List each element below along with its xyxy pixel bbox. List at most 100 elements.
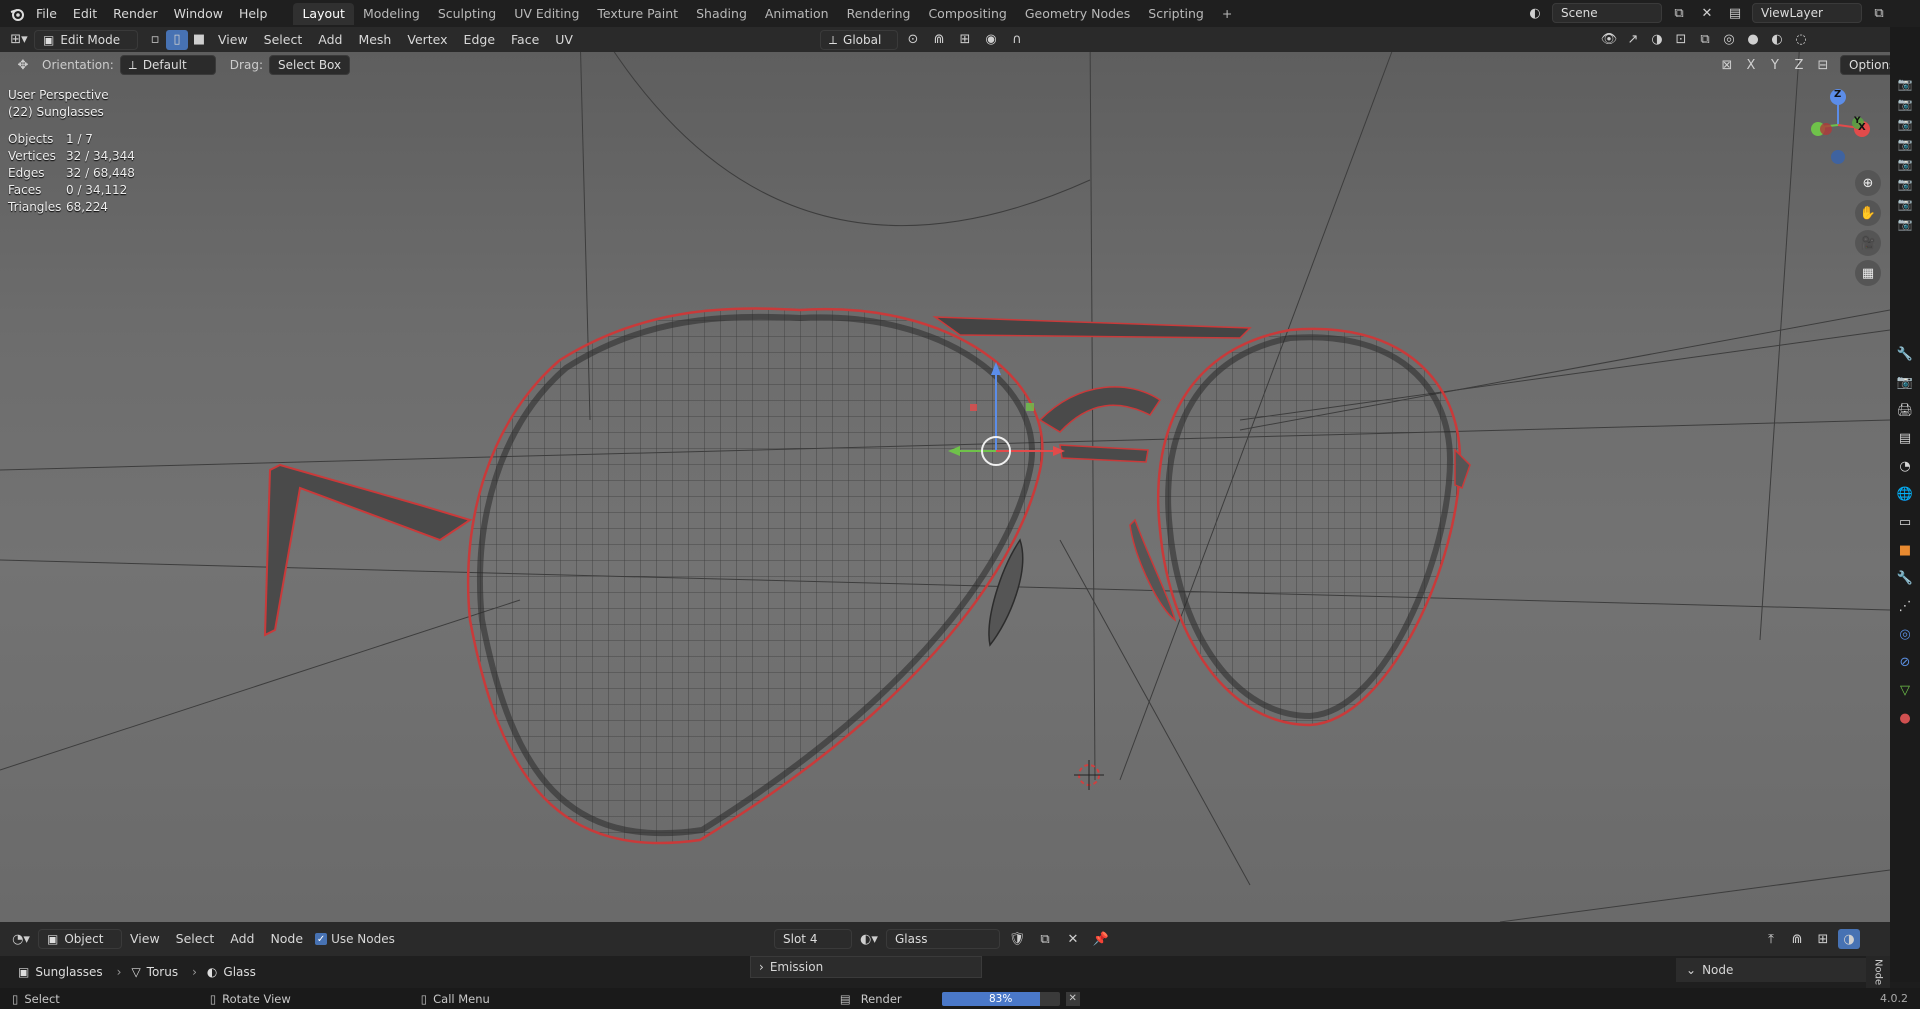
view-layer-selector[interactable]: ViewLayer: [1752, 3, 1862, 23]
pin-icon[interactable]: 📌: [1090, 929, 1112, 949]
render-tab-icon[interactable]: 📷: [1892, 368, 1918, 396]
header-menu-vertex[interactable]: Vertex: [399, 29, 455, 51]
scene-selector[interactable]: Scene: [1552, 3, 1662, 23]
camera-icon[interactable]: 📷: [1898, 157, 1913, 171]
header-menu-face[interactable]: Face: [503, 29, 547, 51]
camera-icon[interactable]: 📷: [1898, 197, 1913, 211]
tool-tab-icon[interactable]: 🔧: [1892, 340, 1918, 368]
breadcrumb-mesh[interactable]: ▽ Torus: [131, 965, 178, 979]
breadcrumb-material[interactable]: ◐ Glass: [207, 965, 256, 979]
view-layer-icon[interactable]: ▤: [1724, 3, 1746, 23]
gizmo-toggle-icon[interactable]: ↗: [1622, 30, 1644, 50]
move-tool-icon[interactable]: ✥: [12, 55, 34, 75]
tab-compositing[interactable]: Compositing: [919, 3, 1015, 25]
mirror-icon[interactable]: ⊠: [1716, 55, 1738, 75]
close-scene-icon[interactable]: ✕: [1696, 3, 1718, 23]
tab-texture-paint[interactable]: Texture Paint: [588, 3, 687, 25]
pivot-icon[interactable]: ⊙: [902, 30, 924, 50]
modifier-tab-icon[interactable]: 🔧: [1892, 564, 1918, 592]
node-menu-node[interactable]: Node: [262, 928, 311, 950]
snap-target-icon[interactable]: ⊞: [954, 30, 976, 50]
menu-render[interactable]: Render: [105, 3, 166, 25]
camera-icon[interactable]: 📷: [1898, 177, 1913, 191]
collection-tab-icon[interactable]: ▭: [1892, 508, 1918, 536]
header-menu-view[interactable]: View: [210, 29, 256, 51]
tab-shading[interactable]: Shading: [687, 3, 756, 25]
camera-icon[interactable]: 📷: [1898, 77, 1913, 91]
shader-type-selector[interactable]: ▣ Object: [38, 929, 122, 949]
falloff-icon[interactable]: ∩: [1006, 30, 1028, 50]
face-select-icon[interactable]: ■: [188, 30, 210, 50]
overlays-icon[interactable]: ◑: [1646, 30, 1668, 50]
navigation-gizmo[interactable]: Z X Y: [1800, 85, 1880, 165]
xray-icon[interactable]: ⧉: [1694, 30, 1716, 50]
mesh-edit-overlay-icon[interactable]: ⊡: [1670, 30, 1692, 50]
perspective-grid-icon[interactable]: ▦: [1855, 260, 1881, 286]
pan-hand-icon[interactable]: ✋: [1855, 200, 1881, 226]
visibility-icon[interactable]: 👁: [1598, 30, 1620, 50]
tab-sculpting[interactable]: Sculpting: [429, 3, 505, 25]
duplicate-material-icon[interactable]: ⧉: [1034, 929, 1056, 949]
fake-user-icon[interactable]: 🛡: [1006, 929, 1028, 949]
parent-node-icon[interactable]: ⤒: [1760, 929, 1782, 949]
menu-window[interactable]: Window: [166, 3, 231, 25]
new-view-layer-icon[interactable]: ⧉: [1868, 3, 1890, 23]
snap-mode-icon[interactable]: ⊞: [1812, 929, 1834, 949]
menu-file[interactable]: File: [28, 3, 65, 25]
mode-selector[interactable]: ▣ Edit Mode: [34, 29, 138, 50]
particles-tab-icon[interactable]: ⋰: [1892, 592, 1918, 620]
scene-icon[interactable]: ◐: [1524, 3, 1546, 23]
tab-geometry-nodes[interactable]: Geometry Nodes: [1016, 3, 1139, 25]
world-tab-icon[interactable]: 🌐: [1892, 480, 1918, 508]
editor-type-icon[interactable]: ⊞▾: [8, 30, 30, 50]
vertex-select-icon[interactable]: ▫: [144, 30, 166, 50]
camera-view-icon[interactable]: 🎥: [1855, 230, 1881, 256]
new-scene-icon[interactable]: ⧉: [1668, 3, 1690, 23]
output-tab-icon[interactable]: 🖨: [1892, 396, 1918, 424]
material-slot-selector[interactable]: Slot 4: [774, 929, 852, 949]
material-shading-icon[interactable]: ◐: [1766, 30, 1788, 50]
proportional-edit-icon[interactable]: ◉: [980, 30, 1002, 50]
uv-sync-icon[interactable]: ⊟: [1812, 55, 1834, 75]
cancel-render-button[interactable]: ✕: [1065, 991, 1080, 1006]
physics-tab-icon[interactable]: ◎: [1892, 620, 1918, 648]
use-nodes-toggle[interactable]: ✓ Use Nodes: [315, 932, 395, 946]
mirror-x-toggle[interactable]: X: [1740, 55, 1762, 75]
rendered-shading-icon[interactable]: ◌: [1790, 30, 1812, 50]
edge-select-icon[interactable]: ▯: [166, 29, 188, 50]
header-menu-edge[interactable]: Edge: [456, 29, 503, 51]
node-editor-type-icon[interactable]: ◔▾: [10, 929, 32, 949]
tab-modeling[interactable]: Modeling: [354, 3, 429, 25]
node-menu-select[interactable]: Select: [168, 928, 223, 950]
tab-animation[interactable]: Animation: [756, 3, 838, 25]
sidebar-tab-node[interactable]: Node: [1866, 956, 1890, 988]
node-panel-header[interactable]: ⌄ Node: [1676, 958, 1866, 982]
emission-panel[interactable]: › Emission: [750, 956, 982, 978]
material-name-field[interactable]: Glass: [886, 929, 1000, 949]
camera-icon[interactable]: 📷: [1898, 217, 1913, 231]
menu-edit[interactable]: Edit: [65, 3, 105, 25]
snap-icon[interactable]: ⋒: [928, 30, 950, 50]
snap-node-icon[interactable]: ⋒: [1786, 929, 1808, 949]
data-tab-icon[interactable]: ▽: [1892, 676, 1918, 704]
tab-layout[interactable]: Layout: [293, 2, 354, 25]
node-menu-view[interactable]: View: [122, 928, 168, 950]
constraints-tab-icon[interactable]: ⊘: [1892, 648, 1918, 676]
header-menu-uv[interactable]: UV: [547, 29, 581, 51]
tab-rendering[interactable]: Rendering: [838, 3, 920, 25]
overlay-toggle-icon[interactable]: ◑: [1838, 929, 1860, 949]
scene-tab-icon[interactable]: ◔: [1892, 452, 1918, 480]
material-browse-icon[interactable]: ◐▾: [858, 929, 880, 949]
tab-uv-editing[interactable]: UV Editing: [505, 3, 588, 25]
header-menu-add[interactable]: Add: [310, 29, 350, 51]
zoom-icon[interactable]: ⊕: [1855, 170, 1881, 196]
tab-scripting[interactable]: Scripting: [1139, 3, 1213, 25]
blender-logo-icon[interactable]: [6, 4, 28, 24]
wireframe-shading-icon[interactable]: ◎: [1718, 30, 1740, 50]
solid-shading-icon[interactable]: ●: [1742, 30, 1764, 50]
material-tab-icon[interactable]: ●: [1892, 704, 1918, 732]
mirror-z-toggle[interactable]: Z: [1788, 55, 1810, 75]
transform-orientation-selector[interactable]: ⟂ Global: [820, 29, 898, 50]
menu-help[interactable]: Help: [231, 3, 276, 25]
camera-icon[interactable]: 📷: [1898, 117, 1913, 131]
